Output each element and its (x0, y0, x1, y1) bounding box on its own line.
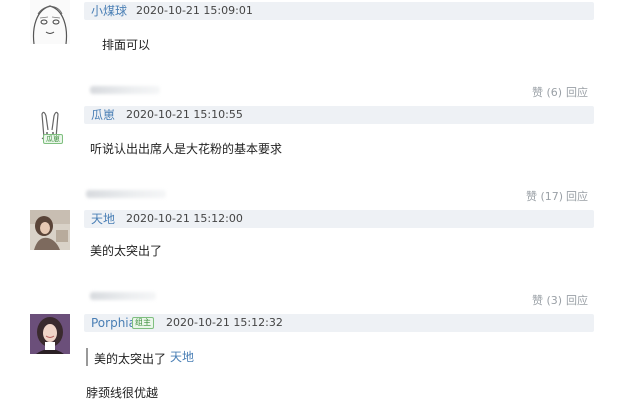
reply-button[interactable]: 回应 (566, 292, 588, 308)
timestamp: 2020-10-21 15:12:00 (126, 212, 243, 225)
username-link[interactable]: 天地 (91, 210, 115, 228)
timestamp: 2020-10-21 15:09:01 (136, 4, 253, 17)
sketch-face-icon (30, 0, 70, 44)
like-label: 赞 (532, 294, 543, 307)
like-label: 赞 (532, 86, 543, 99)
reply-button[interactable]: 回应 (566, 84, 588, 100)
comment-text: 脖颈线很优越 (86, 386, 159, 400)
like-label: 赞 (526, 190, 537, 203)
avatar[interactable] (30, 210, 70, 250)
avatar[interactable] (30, 0, 70, 44)
photo-avatar-icon (30, 314, 70, 354)
comment-text: 排面可以 (102, 38, 151, 52)
quote-bar (86, 348, 88, 366)
blurred-content (90, 292, 156, 300)
photo-avatar-icon (30, 210, 70, 250)
comment-header (84, 314, 594, 332)
username-link[interactable]: 瓜崽 (91, 106, 115, 124)
like-count: (17) (540, 190, 564, 203)
blurred-content (86, 190, 166, 198)
like-button[interactable]: 赞 (6) (532, 84, 562, 100)
comment-text: 美的太突出了 (90, 244, 163, 258)
timestamp: 2020-10-21 15:10:55 (126, 108, 243, 121)
group-owner-badge: 组主 (132, 317, 154, 329)
username-link[interactable]: 小煤球 (91, 2, 127, 20)
like-count: (6) (546, 86, 563, 99)
username-link[interactable]: Porphia (91, 314, 136, 332)
like-count: (3) (546, 294, 563, 307)
comment-text: 听说认出出席人是大花粉的基本要求 (90, 142, 283, 156)
like-button[interactable]: 赞 (3) (532, 292, 562, 308)
timestamp: 2020-10-21 15:12:32 (166, 316, 283, 329)
avatar[interactable] (30, 314, 70, 354)
blurred-content (90, 86, 160, 94)
avatar-badge: 瓜崽 (43, 134, 63, 144)
avatar[interactable]: 瓜崽 (30, 108, 70, 148)
like-button[interactable]: 赞 (17) (526, 188, 563, 204)
quoted-author-link[interactable]: 天地 (170, 348, 194, 366)
reply-button[interactable]: 回应 (566, 188, 588, 204)
quoted-text: 美的太突出了 (94, 352, 167, 366)
